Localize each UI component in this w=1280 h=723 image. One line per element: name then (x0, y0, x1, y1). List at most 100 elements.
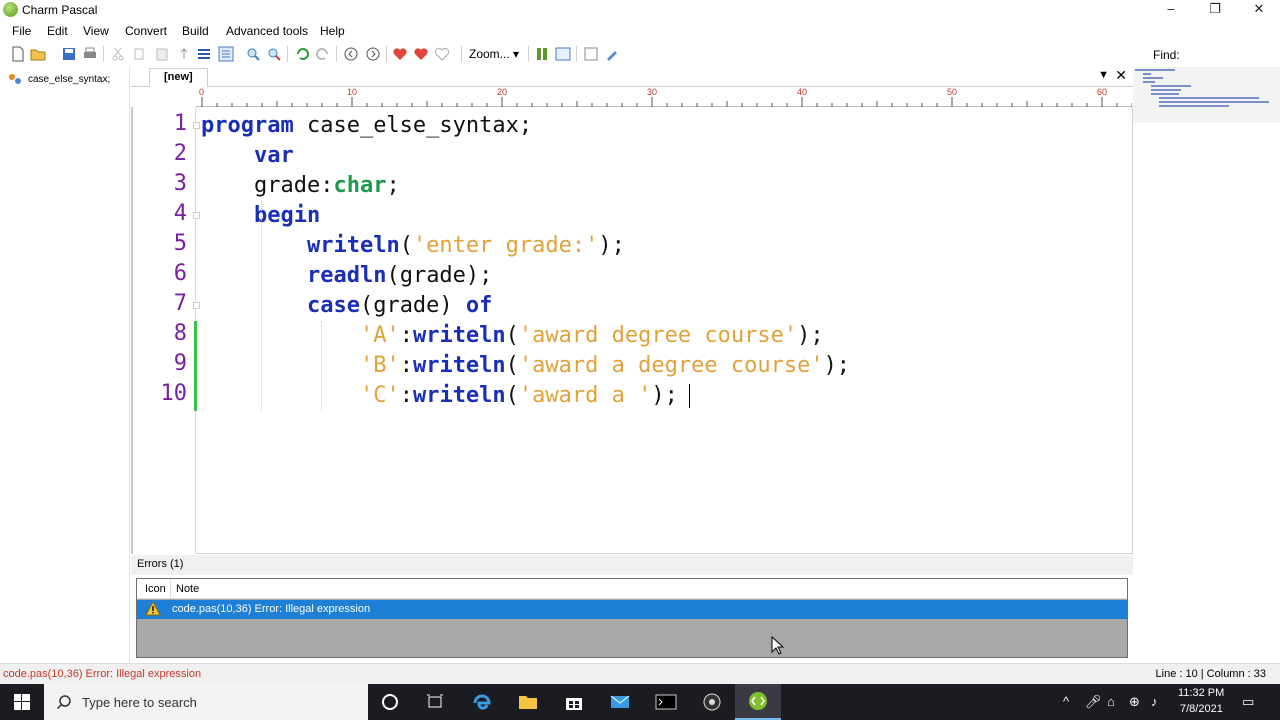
errors-list[interactable]: Icon Note code.pas(10,36) Error: Illegal… (136, 578, 1128, 658)
errors-title[interactable]: Errors (1) (137, 558, 183, 570)
obs-button[interactable] (689, 684, 735, 720)
export-icon[interactable] (583, 46, 599, 62)
terminal-button[interactable] (643, 684, 689, 720)
code-editor[interactable]: 1 2 3 4 5 6 7 8 9 10 program case_else_syntax; va… (131, 107, 1133, 554)
copy-icon[interactable] (132, 46, 148, 62)
windows-logo-icon (14, 694, 30, 710)
close-button[interactable]: ✕ (1236, 0, 1280, 20)
code-token: ); (823, 353, 851, 378)
minimize-button[interactable]: – (1148, 0, 1194, 20)
code-line[interactable]: 'C':writeln('award a '); (201, 381, 678, 411)
menu-build[interactable]: Build (182, 24, 209, 38)
restore-button[interactable]: ❐ (1192, 0, 1238, 20)
file-explorer-button[interactable] (505, 684, 551, 720)
show-hidden-icons[interactable]: ^ (1063, 694, 1069, 709)
bookmark-toggle-icon[interactable] (392, 46, 408, 62)
format-icon[interactable] (218, 46, 234, 62)
column-note[interactable]: Note (176, 583, 199, 595)
find-input[interactable] (1184, 43, 1280, 65)
cortana-button[interactable] (367, 684, 413, 720)
toolbar: Zoom... ▾ Find: (0, 42, 1280, 66)
notifications-icon[interactable]: ▭ (1242, 694, 1254, 710)
column-icon[interactable]: Icon (145, 583, 166, 595)
tools-icon[interactable] (604, 46, 620, 62)
close-icon[interactable]: ✕ (1115, 67, 1127, 84)
code-line[interactable]: writeln('enter grade:'); (201, 231, 625, 261)
menu-help[interactable]: Help (320, 24, 345, 38)
back-icon[interactable] (343, 46, 359, 62)
forward-icon[interactable] (365, 46, 381, 62)
taskbar-search-box[interactable]: Type here to search (44, 684, 368, 720)
run-icon[interactable] (555, 46, 571, 62)
code-token: case_else_syntax; (293, 113, 533, 138)
volume-icon[interactable]: ♪ (1151, 694, 1158, 709)
start-button[interactable] (0, 684, 44, 720)
mail-button[interactable] (597, 684, 643, 720)
redo-icon[interactable] (315, 46, 331, 62)
find-label: Find: (1153, 48, 1180, 62)
zoom-dropdown[interactable]: Zoom... ▾ (469, 47, 519, 61)
tab-list-icon[interactable]: ▼ (1098, 69, 1109, 81)
bookmark-next-icon[interactable] (413, 46, 429, 62)
fold-marker[interactable] (193, 212, 200, 219)
fold-marker[interactable] (193, 122, 200, 129)
code-token: writeln (412, 323, 506, 348)
menu-file[interactable]: File (12, 24, 31, 38)
clock-time[interactable]: 11:32 PM (1178, 687, 1224, 699)
code-token: ( (505, 353, 519, 378)
line-number: 3 (173, 171, 187, 196)
print-icon[interactable] (82, 46, 98, 62)
code-line[interactable]: 'A':writeln('award degree course'); (201, 321, 824, 351)
charm-pascal-button[interactable] (735, 684, 781, 720)
edge-icon (473, 694, 491, 710)
ruler-ticks (201, 97, 1132, 107)
line-number: 8 (173, 321, 187, 346)
clock-date[interactable]: 7/8/2021 (1180, 703, 1223, 715)
fold-marker[interactable] (193, 302, 200, 309)
menu-bar: File Edit View Convert Build Advanced to… (0, 21, 1280, 41)
code-token: 'B' (359, 353, 400, 378)
store-button[interactable] (551, 684, 597, 720)
menu-convert[interactable]: Convert (125, 24, 167, 38)
code-line[interactable]: grade:char; (201, 171, 400, 201)
open-folder-icon[interactable] (30, 46, 46, 62)
paste-icon[interactable] (154, 46, 170, 62)
undo-icon[interactable] (294, 46, 310, 62)
find-icon[interactable] (245, 46, 261, 62)
edge-button[interactable] (459, 684, 505, 720)
tab-new[interactable]: [new] (149, 68, 208, 87)
task-view-button[interactable] (412, 684, 458, 720)
code-line[interactable]: case(grade) of (201, 291, 492, 321)
menu-view[interactable]: View (83, 24, 109, 38)
task-view-icon (427, 694, 443, 708)
file-tree-panel: case_else_syntax; (0, 67, 130, 663)
code-minimap[interactable] (1133, 67, 1280, 123)
menu-advanced-tools[interactable]: Advanced tools (226, 24, 308, 38)
code-token: ; (386, 173, 400, 198)
code-line[interactable]: readln(grade); (201, 261, 492, 291)
microphone-icon[interactable]: 🎤︎ (1085, 694, 1102, 710)
indent-icon[interactable] (176, 46, 192, 62)
file-tree-item[interactable]: case_else_syntax; (8, 73, 110, 85)
language-icon[interactable]: ⊕ (1129, 694, 1140, 710)
code-line[interactable]: var (201, 141, 294, 171)
save-icon[interactable] (61, 46, 77, 62)
align-icon[interactable] (196, 46, 212, 62)
network-icon[interactable]: ⌂ (1107, 694, 1115, 709)
new-file-icon[interactable] (10, 46, 26, 62)
error-row[interactable]: code.pas(10,36) Error: Illegal expressio… (137, 600, 1127, 619)
code-line[interactable]: program case_else_syntax; (201, 111, 532, 141)
code-line[interactable]: 'B':writeln('award a degree course'); (201, 351, 850, 381)
zoom-label: Zoom... (469, 47, 510, 61)
compile-icon[interactable] (534, 46, 550, 62)
menu-edit[interactable]: Edit (47, 24, 68, 38)
line-number: 10 (160, 381, 188, 406)
error-note: code.pas(10,36) Error: Illegal expressio… (172, 603, 371, 615)
cut-icon[interactable] (110, 46, 126, 62)
replace-icon[interactable] (266, 46, 282, 62)
bookmark-clear-icon[interactable] (434, 46, 450, 62)
ruler-label: 0 (199, 87, 205, 97)
